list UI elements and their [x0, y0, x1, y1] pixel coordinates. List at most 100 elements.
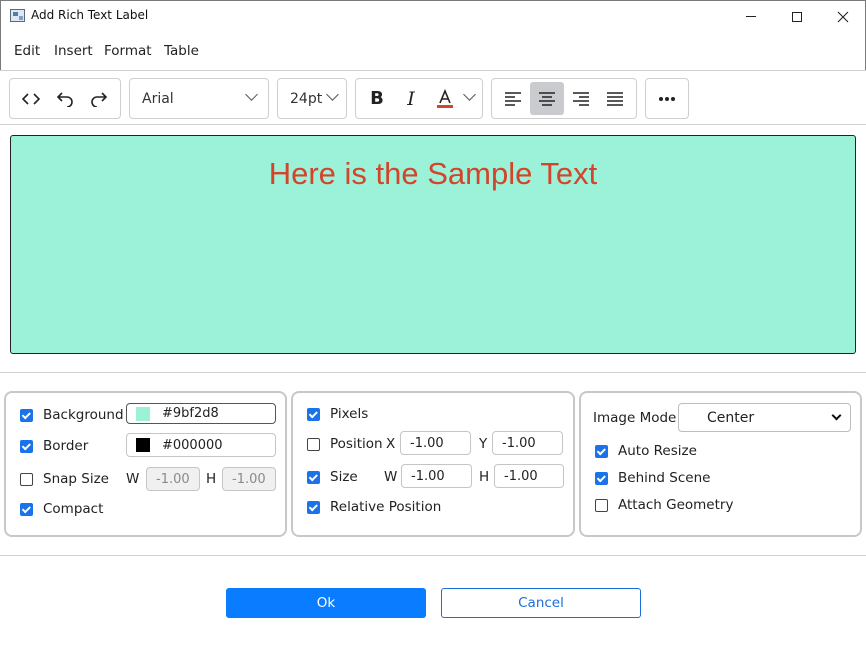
ok-button[interactable]: Ok — [226, 588, 426, 618]
behind-scene-label: Behind Scene — [618, 470, 711, 486]
position-checkbox[interactable] — [307, 437, 320, 451]
position-label: Position — [330, 436, 383, 452]
toolbar: Arial 24pt B I — [0, 70, 866, 125]
image-mode-select[interactable]: Center — [678, 403, 851, 432]
snap-w-value: -1.00 — [156, 471, 190, 487]
menu-table[interactable]: Table — [164, 43, 199, 59]
options-area: Background #9bf2d8 Border #000000 Snap S… — [0, 373, 866, 556]
close-button[interactable] — [820, 1, 866, 32]
size-h-value: -1.00 — [504, 468, 538, 484]
behind-scene-checkbox[interactable] — [595, 471, 608, 485]
background-color-value: #9bf2d8 — [162, 406, 219, 421]
size-w-input[interactable]: -1.00 — [401, 464, 472, 488]
compact-checkbox[interactable] — [20, 502, 33, 516]
image-mode-label: Image Mode — [593, 410, 677, 426]
italic-button[interactable]: I — [394, 82, 428, 115]
relative-position-label: Relative Position — [330, 499, 442, 515]
background-checkbox[interactable] — [20, 408, 33, 422]
size-w-label: W — [384, 469, 398, 485]
maximize-icon — [792, 11, 802, 22]
size-h-input[interactable]: -1.00 — [494, 464, 564, 488]
font-size-value: 24pt — [290, 91, 323, 107]
pixels-label: Pixels — [330, 406, 369, 422]
snap-w-input[interactable]: -1.00 — [146, 467, 200, 491]
menu-edit[interactable]: Edit — [14, 43, 40, 59]
rich-text-editor[interactable]: Here is the Sample Text — [10, 135, 856, 354]
cancel-button[interactable]: Cancel — [441, 588, 641, 618]
sample-text[interactable]: Here is the Sample Text — [11, 156, 855, 192]
auto-resize-option: Auto Resize — [595, 440, 697, 462]
snap-size-checkbox[interactable] — [20, 472, 33, 486]
border-option: Border — [20, 435, 88, 457]
position-x-label: X — [386, 436, 396, 452]
text-color-chevron-icon[interactable] — [463, 88, 476, 101]
chevron-down-icon — [245, 88, 258, 101]
editor-area: Here is the Sample Text — [0, 125, 866, 373]
title-bar: Add Rich Text Label — [0, 0, 866, 32]
background-swatch — [136, 406, 150, 421]
minimize-button[interactable] — [728, 1, 774, 32]
align-justify-icon — [607, 91, 623, 106]
more-button[interactable] — [650, 82, 684, 115]
redo-button[interactable] — [82, 82, 116, 115]
undo-button[interactable] — [48, 82, 82, 115]
position-y-input[interactable]: -1.00 — [492, 431, 563, 455]
size-checkbox[interactable] — [307, 470, 320, 484]
align-left-button[interactable] — [496, 82, 530, 115]
snap-h-value: -1.00 — [232, 471, 266, 487]
border-checkbox[interactable] — [20, 439, 33, 453]
menu-format[interactable]: Format — [104, 43, 152, 59]
italic-icon: I — [407, 87, 415, 110]
geometry-panel: Pixels Position X -1.00 Y -1.00 Size W -… — [291, 391, 575, 537]
position-y-label: Y — [479, 436, 488, 452]
font-size-select[interactable]: 24pt — [277, 78, 347, 119]
text-color-icon — [437, 88, 453, 108]
code-icon — [22, 92, 40, 105]
attach-geometry-checkbox[interactable] — [595, 498, 608, 512]
pixels-option: Pixels — [307, 403, 368, 425]
text-color-button[interactable] — [428, 82, 462, 115]
more-icon — [659, 96, 675, 101]
background-color-field[interactable]: #9bf2d8 — [126, 403, 276, 424]
position-y-value: -1.00 — [502, 435, 536, 451]
auto-resize-label: Auto Resize — [618, 443, 697, 459]
compact-label: Compact — [43, 501, 104, 517]
bold-icon: B — [370, 88, 384, 109]
align-left-icon — [505, 91, 521, 106]
alignment-group — [491, 78, 637, 119]
auto-resize-checkbox[interactable] — [595, 444, 608, 458]
menu-insert[interactable]: Insert — [54, 43, 93, 59]
align-justify-button[interactable] — [598, 82, 632, 115]
source-code-button[interactable] — [14, 82, 48, 115]
align-center-icon — [539, 91, 555, 106]
snap-size-label: Snap Size — [43, 471, 109, 487]
menu-bar: Edit Insert Format Table — [0, 32, 866, 70]
image-mode-value: Center — [707, 409, 755, 426]
size-w-value: -1.00 — [411, 468, 445, 484]
chevron-down-icon — [831, 410, 842, 421]
size-option: Size — [307, 466, 358, 488]
background-option: Background — [20, 404, 124, 426]
position-option: Position — [307, 433, 383, 455]
text-style-group: B I — [355, 78, 483, 119]
align-right-button[interactable] — [564, 82, 598, 115]
font-family-select[interactable]: Arial — [129, 78, 269, 119]
font-family-value: Arial — [142, 91, 174, 107]
app-icon — [10, 9, 25, 22]
position-x-input[interactable]: -1.00 — [400, 431, 471, 455]
snap-h-input[interactable]: -1.00 — [222, 467, 276, 491]
align-center-button[interactable] — [530, 82, 564, 115]
close-icon — [837, 11, 849, 22]
pixels-checkbox[interactable] — [307, 407, 320, 421]
border-color-field[interactable]: #000000 — [126, 433, 276, 457]
bold-button[interactable]: B — [360, 82, 394, 115]
compact-option: Compact — [20, 498, 103, 520]
border-swatch — [136, 438, 150, 452]
size-label: Size — [330, 469, 358, 485]
more-group — [645, 78, 689, 119]
history-group — [9, 78, 121, 119]
background-label: Background — [43, 407, 124, 423]
relative-position-checkbox[interactable] — [307, 500, 320, 514]
maximize-button[interactable] — [774, 1, 820, 32]
attach-geometry-label: Attach Geometry — [618, 497, 734, 513]
